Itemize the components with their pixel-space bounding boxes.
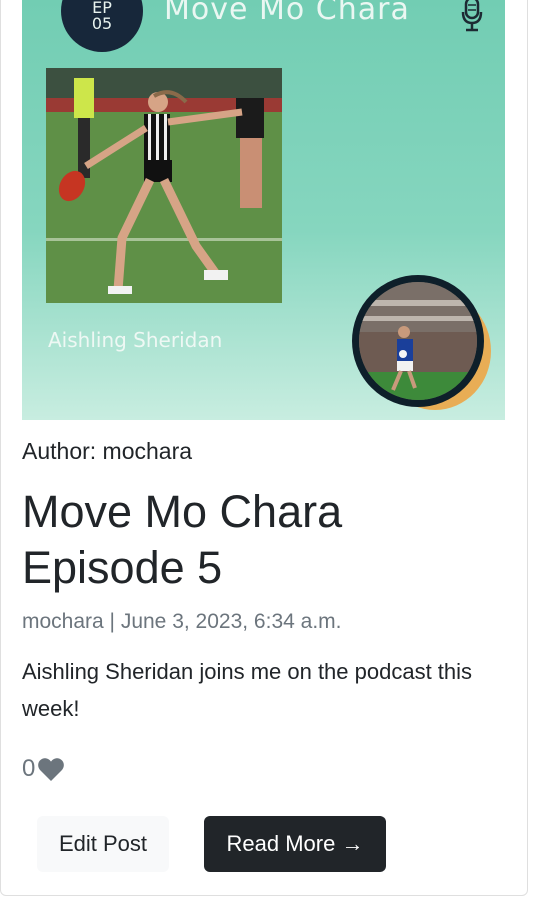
guest-action-photo	[46, 68, 282, 303]
cover-show-title: Move Mo Chara	[164, 0, 410, 27]
cover-guest-name: Aishling Sheridan	[48, 328, 223, 352]
microphone-icon	[461, 0, 483, 32]
like-count: 0	[22, 755, 36, 782]
edit-post-button[interactable]: Edit Post	[37, 816, 169, 872]
episode-badge: EP 05	[61, 0, 143, 52]
episode-badge-line2: 05	[91, 14, 113, 33]
like-control[interactable]: 0	[22, 755, 65, 783]
read-more-button[interactable]: Read More →	[204, 816, 386, 872]
heart-icon[interactable]	[37, 757, 65, 782]
post-cover-image: EP 05 Move Mo Chara Aishling Sheridan	[22, 0, 505, 420]
guest-portrait-photo	[352, 275, 484, 407]
post-meta: mochara | June 3, 2023, 6:34 a.m.	[22, 610, 342, 633]
post-title: Move Mo Chara Episode 5	[22, 486, 343, 593]
post-author: Author: mochara	[22, 438, 193, 464]
post-excerpt: Aishling Sheridan joins me on the podcas…	[22, 659, 473, 721]
